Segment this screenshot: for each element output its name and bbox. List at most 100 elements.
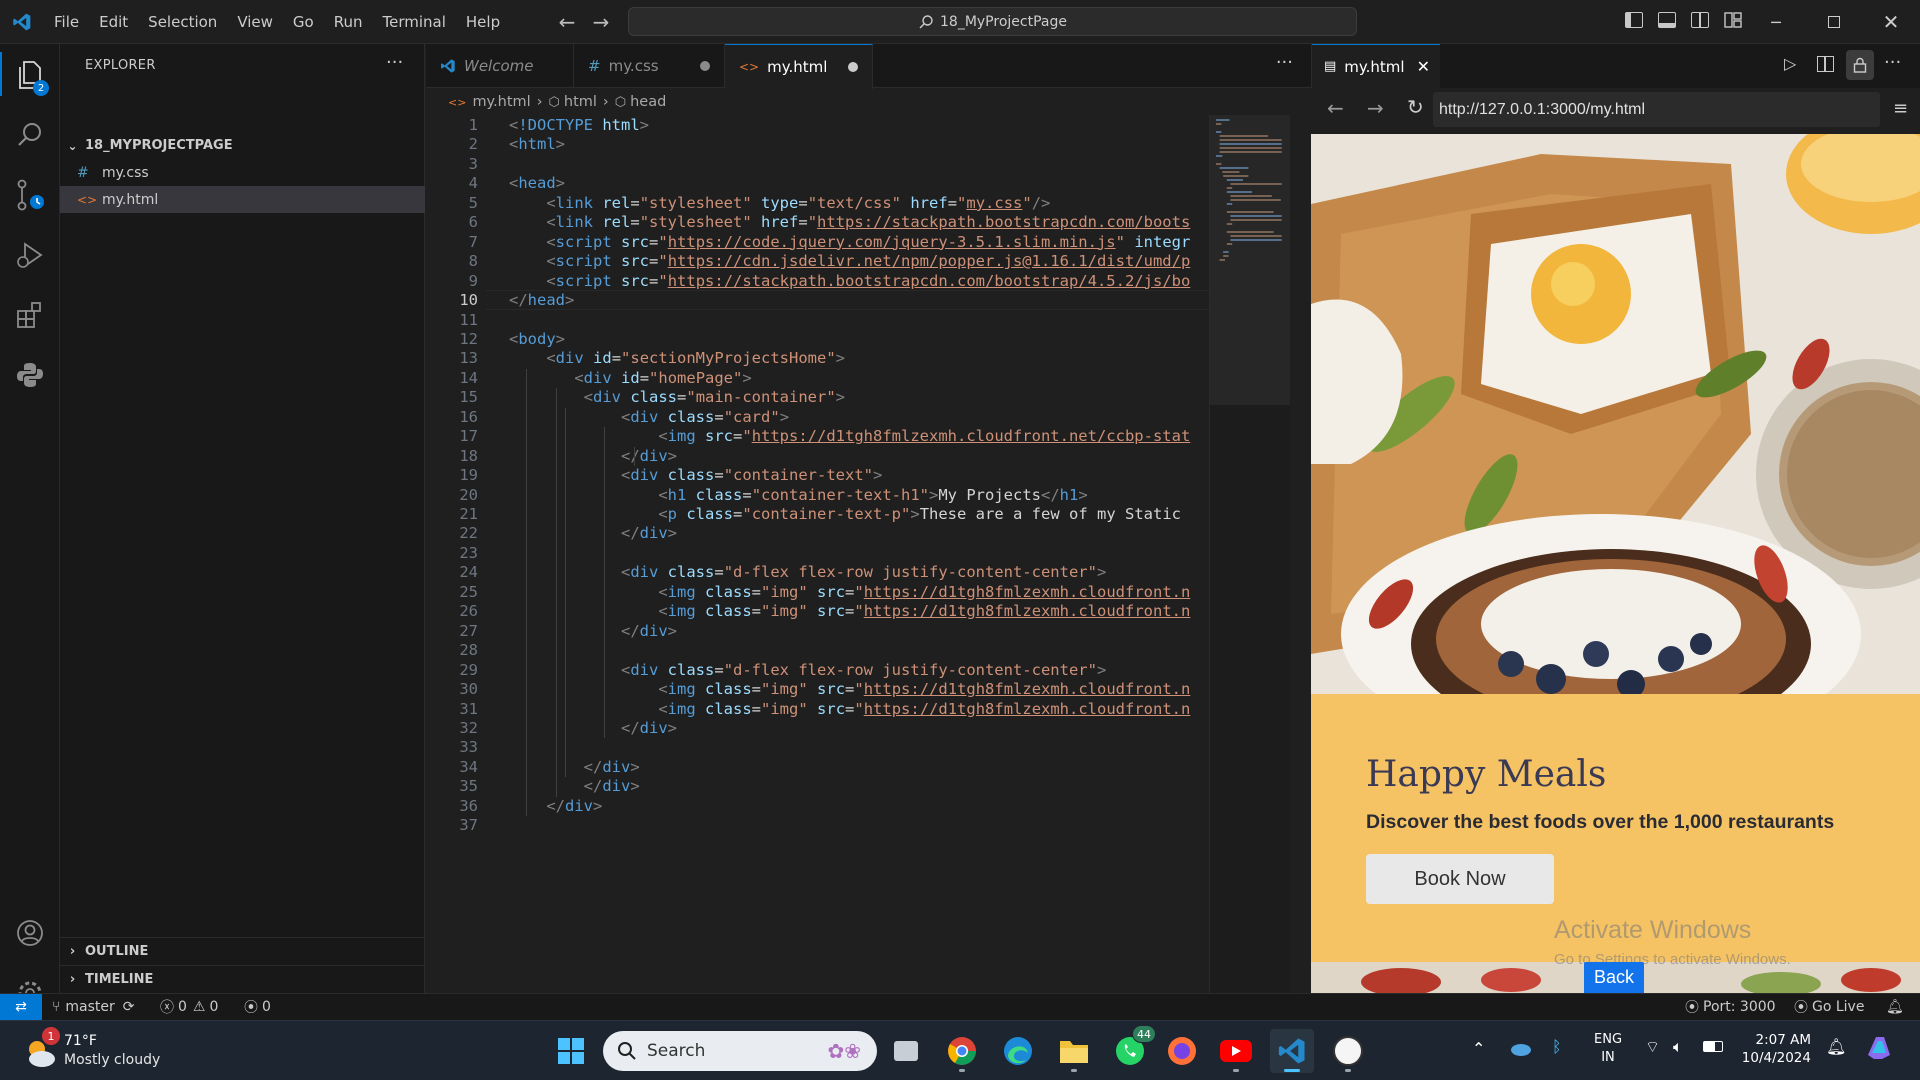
close-tab-icon[interactable]: ✕ xyxy=(1417,57,1430,76)
notification-bell-icon[interactable]: 🔔︎ xyxy=(1826,1037,1846,1056)
code-line[interactable]: <img class="img" src="https://d1tgh8fmlz… xyxy=(509,700,1190,718)
branch-status[interactable]: ⑂ master ⟳ xyxy=(52,994,135,1020)
code-line[interactable]: <h1 class="container-text-h1">My Project… xyxy=(509,486,1087,504)
code-line[interactable]: </div> xyxy=(509,524,677,542)
outline-section[interactable]: › OUTLINE xyxy=(60,937,425,964)
ports-status[interactable]: ⦿ 0 xyxy=(244,994,271,1020)
clock[interactable]: 2:07 AM 10/4/2024 xyxy=(1741,1031,1811,1067)
code-line[interactable]: <body> xyxy=(509,330,565,348)
tab-preview[interactable]: ▤ my.html ✕ xyxy=(1312,44,1440,88)
account-icon[interactable] xyxy=(0,904,60,962)
onedrive-icon[interactable] xyxy=(1508,1039,1532,1057)
code-line[interactable]: <link rel="stylesheet" type="text/css" h… xyxy=(509,194,1050,212)
menu-icon[interactable]: ≡ xyxy=(1893,98,1908,119)
taskbar-search[interactable]: Search ✿❀ xyxy=(603,1031,877,1071)
menu-go[interactable]: Go xyxy=(283,0,324,44)
notifications-icon[interactable]: 🔔︎ xyxy=(1886,994,1904,1020)
code-line[interactable]: <!DOCTYPE html> xyxy=(509,116,649,134)
wifi-icon[interactable]: ⌔ xyxy=(1645,1037,1660,1057)
whatsapp-icon[interactable]: 44 xyxy=(1108,1025,1156,1073)
code-line[interactable]: </div> xyxy=(509,758,640,776)
menu-edit[interactable]: Edit xyxy=(89,0,138,44)
back-button[interactable]: Back xyxy=(1584,962,1644,993)
code-line[interactable]: <img src="https://d1tgh8fmlzexmh.cloudfr… xyxy=(509,427,1190,445)
code-line[interactable]: <script src="https://stackpath.bootstrap… xyxy=(509,272,1190,290)
code-line[interactable]: <div class="d-flex flex-row justify-cont… xyxy=(509,563,1106,581)
code-line[interactable]: <head> xyxy=(509,174,565,192)
copilot-icon[interactable] xyxy=(1864,1033,1894,1063)
command-center-search[interactable]: 18_MyProjectPage xyxy=(628,7,1357,36)
minimize-button[interactable]: ─ xyxy=(1747,0,1805,44)
code-line[interactable]: <div id="homePage"> xyxy=(509,369,751,387)
python-icon[interactable] xyxy=(0,346,60,404)
forward-arrow-icon[interactable]: → xyxy=(1367,96,1384,120)
run-icon[interactable]: ▷ xyxy=(1784,54,1796,73)
chrome-icon[interactable] xyxy=(940,1029,984,1073)
folder-header[interactable]: ⌄ 18_MYPROJECTPAGE xyxy=(60,132,425,159)
unsaved-dot-icon[interactable] xyxy=(700,61,710,71)
run-debug-icon[interactable] xyxy=(0,226,60,284)
code-line[interactable]: <link rel="stylesheet" href="https://sta… xyxy=(509,213,1190,231)
more-actions-icon[interactable]: ··· xyxy=(1884,52,1901,73)
code-line[interactable]: <script src="https://cdn.jsdelivr.net/np… xyxy=(509,252,1190,270)
battery-icon[interactable] xyxy=(1703,1041,1723,1052)
source-control-icon[interactable] xyxy=(0,166,60,224)
forward-arrow-icon[interactable]: → xyxy=(584,10,618,34)
code-line[interactable]: <div class="d-flex flex-row justify-cont… xyxy=(509,661,1106,679)
file-item-html[interactable]: <> my.html xyxy=(60,186,425,213)
close-window-button[interactable]: ✕ xyxy=(1862,0,1920,44)
menu-file[interactable]: File xyxy=(44,0,89,44)
extensions-icon[interactable] xyxy=(0,286,60,344)
files-icon[interactable]: 2 xyxy=(0,46,60,104)
start-button[interactable] xyxy=(549,1029,593,1073)
weather-widget[interactable]: 1 71°F Mostly cloudy xyxy=(20,1027,180,1075)
language-indicator[interactable]: ENG IN xyxy=(1594,1031,1622,1067)
url-input[interactable]: http://127.0.0.1:3000/my.html xyxy=(1433,92,1880,127)
bluetooth-icon[interactable]: ᛒ xyxy=(1552,1037,1562,1056)
youtube-icon[interactable] xyxy=(1214,1029,1258,1073)
tab-my-html[interactable]: <> my.html xyxy=(725,44,873,89)
breadcrumb-item[interactable]: my.html xyxy=(472,94,530,110)
unsaved-dot-icon[interactable] xyxy=(848,62,858,72)
app-icon[interactable] xyxy=(1326,1029,1370,1073)
back-arrow-icon[interactable]: ← xyxy=(1327,96,1344,120)
menu-terminal[interactable]: Terminal xyxy=(373,0,456,44)
code-line[interactable]: <img class="img" src="https://d1tgh8fmlz… xyxy=(509,583,1190,601)
tab-welcome[interactable]: Welcome xyxy=(426,44,574,88)
code-line[interactable]: <div class="card"> xyxy=(509,408,789,426)
code-line[interactable]: </div> xyxy=(509,447,677,465)
back-arrow-icon[interactable]: ← xyxy=(550,10,584,34)
go-live-button[interactable]: ⦿ Go Live xyxy=(1794,994,1864,1020)
breadcrumb-item[interactable]: head xyxy=(630,94,666,110)
more-actions-icon[interactable]: ··· xyxy=(386,52,403,73)
code-line[interactable]: <p class="container-text-p">These are a … xyxy=(509,505,1181,523)
vscode-taskbar-icon[interactable] xyxy=(1270,1029,1314,1073)
tab-my-css[interactable]: # my.css xyxy=(574,44,725,88)
customize-layout-icon[interactable] xyxy=(1724,12,1742,28)
breadcrumb-item[interactable]: html xyxy=(564,94,597,110)
toggle-secondary-sidebar-icon[interactable] xyxy=(1691,12,1709,28)
lock-icon[interactable] xyxy=(1846,50,1874,80)
minimap[interactable] xyxy=(1209,115,1290,993)
code-line[interactable]: <img class="img" src="https://d1tgh8fmlz… xyxy=(509,680,1190,698)
more-actions-icon[interactable]: ··· xyxy=(1276,52,1293,73)
file-explorer-icon[interactable] xyxy=(1052,1029,1096,1073)
code-line[interactable]: <img class="img" src="https://d1tgh8fmlz… xyxy=(509,602,1190,620)
search-icon[interactable] xyxy=(0,106,60,164)
code-line[interactable]: <script src="https://code.jquery.com/jqu… xyxy=(509,233,1190,251)
code-line[interactable]: </div> xyxy=(509,622,677,640)
timeline-section[interactable]: › TIMELINE xyxy=(60,965,425,992)
firefox-icon[interactable] xyxy=(1160,1029,1204,1073)
reload-icon[interactable]: ↻ xyxy=(1407,95,1424,119)
code-line[interactable]: </div> xyxy=(509,777,640,795)
code-line[interactable]: </div> xyxy=(509,797,602,815)
code-line[interactable]: </head> xyxy=(509,291,574,309)
maximize-button[interactable] xyxy=(1805,0,1863,44)
menu-run[interactable]: Run xyxy=(324,0,373,44)
code-line[interactable]: <div class="main-container"> xyxy=(509,388,845,406)
toggle-sidebar-icon[interactable] xyxy=(1625,12,1643,28)
menu-help[interactable]: Help xyxy=(456,0,510,44)
task-view-icon[interactable] xyxy=(884,1029,928,1073)
menu-selection[interactable]: Selection xyxy=(138,0,227,44)
file-item-css[interactable]: # my.css xyxy=(60,159,425,186)
